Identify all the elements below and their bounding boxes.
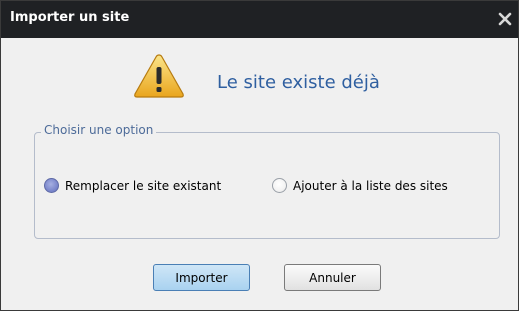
close-button[interactable] (496, 10, 514, 28)
options-legend: Choisir une option (41, 123, 157, 137)
dialog-body: Le site existe déjà Choisir une option R… (1, 38, 518, 310)
radio-replace[interactable] (44, 178, 59, 193)
radio-add[interactable] (272, 178, 287, 193)
cancel-button[interactable]: Annuler (284, 264, 381, 291)
dialog-title: Importer un site (10, 10, 130, 25)
option-add[interactable]: Ajouter à la liste des sites (272, 178, 448, 193)
close-icon (498, 12, 512, 26)
import-button[interactable]: Importer (153, 264, 250, 291)
title-bar[interactable]: Importer un site (1, 1, 518, 38)
headline: Le site existe déjà (217, 72, 380, 93)
option-replace[interactable]: Remplacer le site existant (44, 178, 221, 193)
warning-icon (134, 54, 184, 98)
import-site-dialog: Importer un site Le site existe déjà Cho… (0, 0, 519, 311)
option-add-label: Ajouter à la liste des sites (293, 178, 448, 193)
option-replace-label: Remplacer le site existant (65, 178, 222, 193)
